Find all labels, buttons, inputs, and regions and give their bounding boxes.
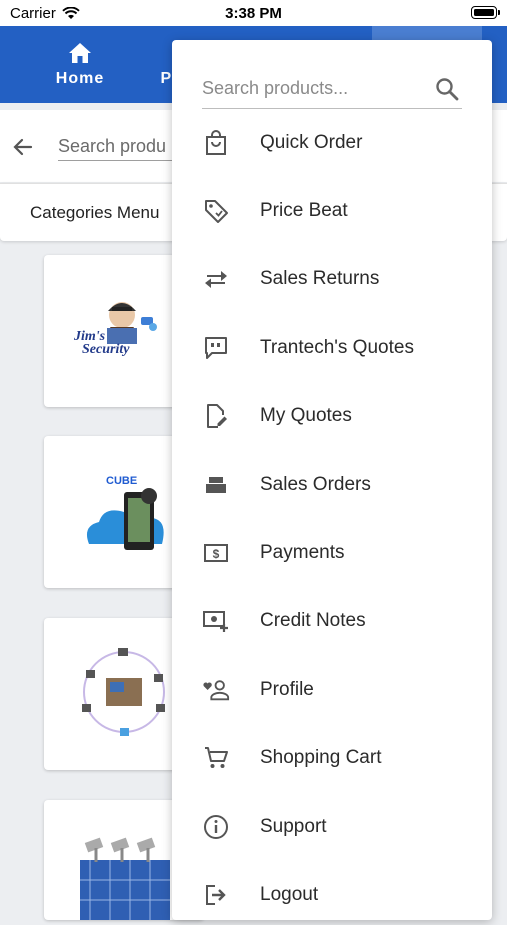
drawer-search-placeholder: Search products...: [202, 78, 349, 98]
menu-item-label: Shopping Cart: [260, 747, 382, 768]
categories-menu-label: Categories Menu: [30, 203, 160, 222]
menu-item-label: My Quotes: [260, 405, 352, 426]
menu-item-label: Payments: [260, 542, 345, 563]
menu-item-credit-notes[interactable]: Credit Notes: [172, 591, 492, 651]
credit-note-icon: [202, 607, 230, 635]
svg-text:CUBE: CUBE: [106, 475, 137, 487]
navigation-drawer: Search products... Quick Order Price Bea…: [172, 40, 492, 920]
order-box-icon: [202, 471, 230, 499]
cart-icon: [202, 744, 230, 772]
menu-item-payments[interactable]: $ Payments: [172, 523, 492, 583]
menu-item-my-quotes[interactable]: My Quotes: [172, 386, 492, 446]
menu-item-label: Trantech's Quotes: [260, 337, 414, 358]
svg-text:Security: Security: [82, 342, 130, 357]
logout-icon: [202, 881, 230, 909]
profile-heart-icon: [202, 676, 230, 704]
svg-text:$: $: [213, 547, 220, 561]
menu-item-trantechs-quotes[interactable]: Trantech's Quotes: [172, 318, 492, 378]
menu-item-price-beat[interactable]: Price Beat: [172, 181, 492, 241]
shopping-bag-icon: [202, 129, 230, 157]
menu-item-logout[interactable]: Logout: [172, 865, 492, 925]
back-arrow-icon[interactable]: [10, 134, 36, 160]
status-bar: Carrier 3:38 PM: [0, 0, 507, 26]
menu-item-label: Quick Order: [260, 132, 363, 153]
edit-document-icon: [202, 402, 230, 430]
menu-item-label: Price Beat: [260, 200, 348, 221]
menu-item-label: Credit Notes: [260, 610, 366, 631]
tab-home-label: Home: [55, 69, 105, 87]
dollar-bill-icon: $: [202, 539, 230, 567]
menu-item-shopping-cart[interactable]: Shopping Cart: [172, 728, 492, 788]
menu-item-label: Logout: [260, 884, 319, 905]
tab-home[interactable]: Home: [40, 26, 120, 103]
battery-icon: [471, 6, 500, 19]
drawer-search-field[interactable]: Search products...: [202, 72, 462, 109]
menu-item-sales-orders[interactable]: Sales Orders: [172, 455, 492, 515]
info-icon: [202, 813, 230, 841]
quote-bubble-icon: [202, 334, 230, 362]
menu-item-quick-order[interactable]: Quick Order: [172, 113, 492, 173]
search-icon[interactable]: [434, 76, 460, 102]
menu-item-support[interactable]: Support: [172, 797, 492, 857]
menu-item-sales-returns[interactable]: Sales Returns: [172, 249, 492, 309]
menu-item-label: Support: [260, 816, 327, 837]
price-tag-icon: [202, 197, 230, 225]
menu-item-profile[interactable]: Profile: [172, 660, 492, 720]
swap-arrows-icon: [202, 265, 230, 293]
clock: 3:38 PM: [225, 5, 282, 22]
menu-item-label: Sales Orders: [260, 474, 371, 495]
menu-item-label: Sales Returns: [260, 268, 380, 289]
home-icon: [69, 42, 91, 63]
menu-item-label: Profile: [260, 679, 314, 700]
